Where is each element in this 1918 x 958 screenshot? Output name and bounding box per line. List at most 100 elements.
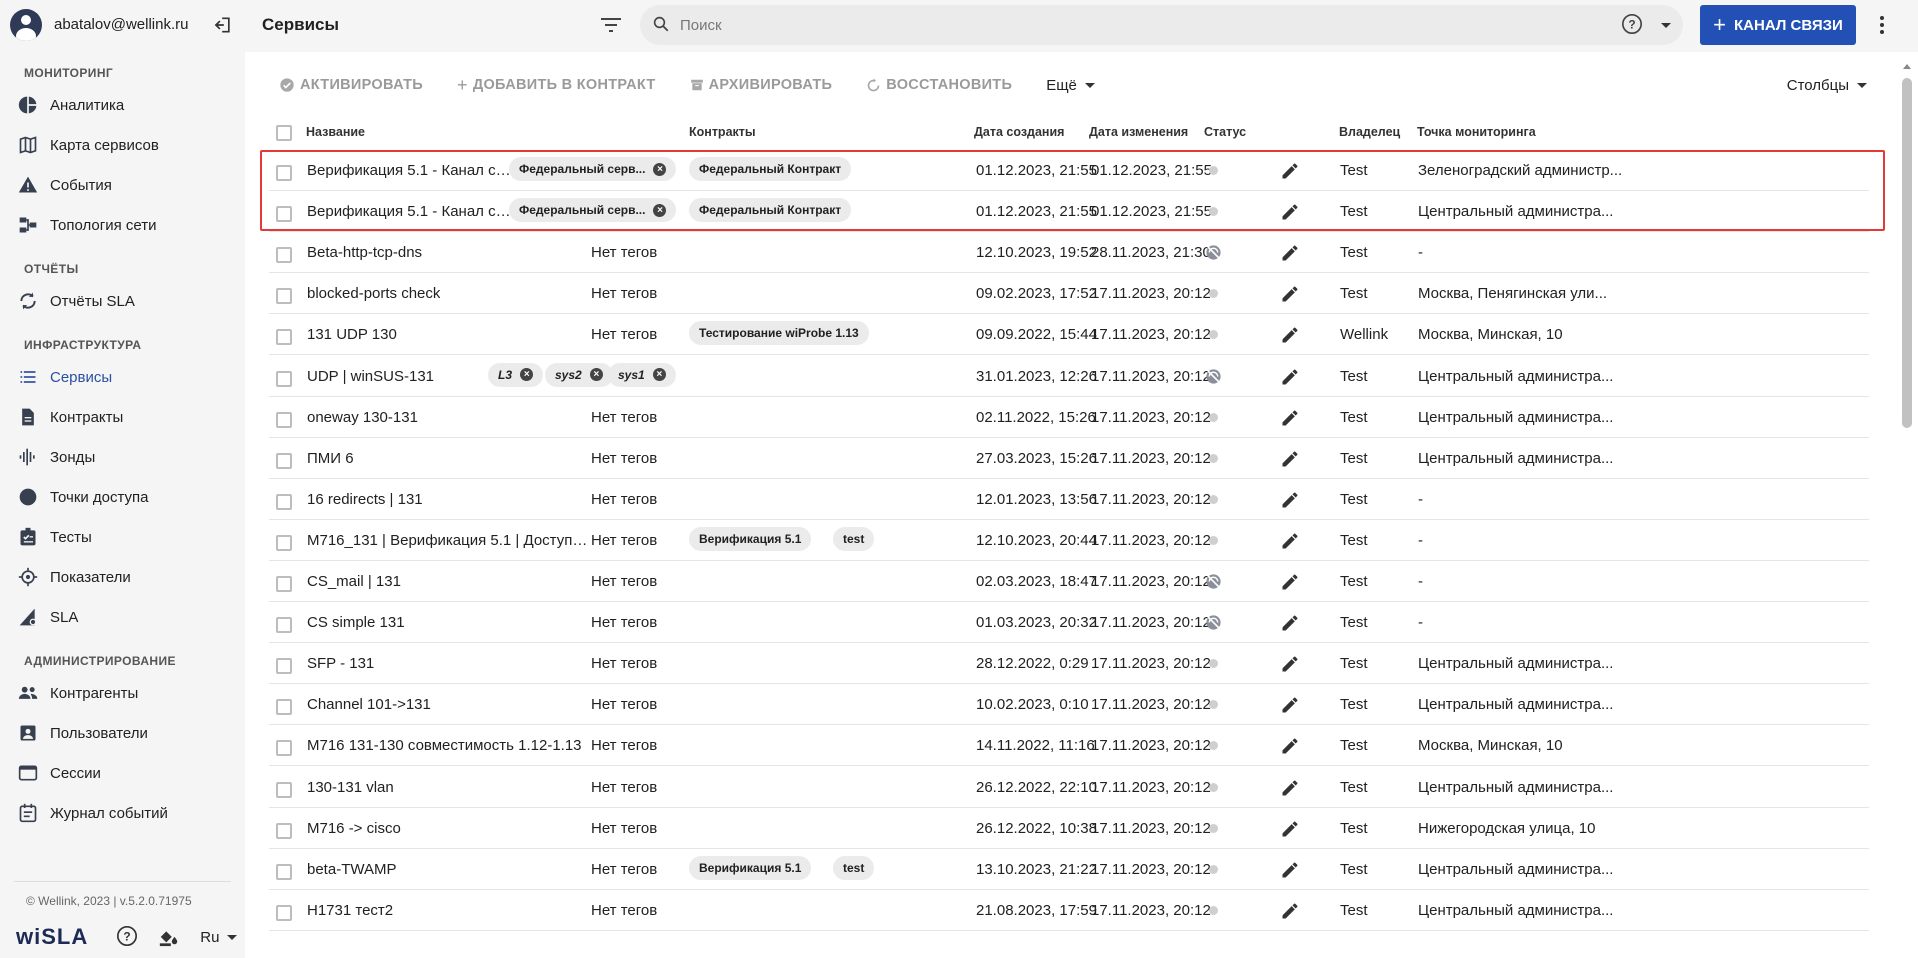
search-input[interactable] (680, 16, 1621, 34)
tag-chip[interactable]: sys2 × (545, 362, 613, 387)
service-name[interactable]: oneway 130-131 (307, 409, 418, 426)
row-checkbox[interactable] (276, 329, 292, 346)
col-status[interactable]: Статус (1204, 125, 1246, 139)
contract-chip[interactable]: test (833, 855, 875, 880)
edit-icon[interactable] (1280, 161, 1300, 181)
scroll-up-icon[interactable] (1903, 64, 1911, 69)
sidebar-item[interactable]: Контрагенты (0, 673, 245, 713)
activate-button[interactable]: АКТИВИРОВАТЬ (279, 77, 423, 93)
sidebar-item[interactable]: Контракты (0, 397, 245, 437)
sidebar-item[interactable]: Показатели (0, 557, 245, 597)
contract-chip[interactable]: Федеральный Контракт (689, 157, 852, 181)
search-help-icon[interactable]: ? (1621, 13, 1643, 38)
edit-icon[interactable] (1280, 243, 1300, 263)
service-name[interactable]: H1731 тест2 (307, 902, 393, 919)
sidebar-item[interactable]: Тесты (0, 517, 245, 557)
edit-icon[interactable] (1280, 613, 1300, 633)
row-checkbox[interactable] (276, 699, 292, 716)
row-checkbox[interactable] (276, 658, 292, 675)
service-name[interactable]: CS simple 131 (307, 614, 405, 631)
sidebar-item[interactable]: Точки доступа (0, 477, 245, 517)
col-modified[interactable]: Дата изменения (1089, 125, 1188, 139)
col-owner[interactable]: Владелец (1339, 125, 1400, 139)
sidebar-item[interactable]: SLA (0, 597, 245, 637)
table-row[interactable]: SFP - 131 Нет тегов 28.12.2022, 0:29 17.11.… (269, 643, 1869, 685)
row-checkbox[interactable] (276, 740, 292, 757)
service-name[interactable]: 16 redirects | 131 (307, 491, 423, 508)
table-row[interactable]: beta-TWAMP Нет тегов Верификация 5.1 test 13… (269, 849, 1869, 890)
table-row[interactable]: UDP | winSUS-131 L3 × sys2 × sys1 × 31.01.2023,… (269, 356, 1869, 397)
service-name[interactable]: 130-131 vlan (307, 779, 394, 796)
row-checkbox[interactable] (276, 247, 292, 264)
service-name[interactable]: 131 UDP 130 (307, 326, 397, 343)
edit-icon[interactable] (1280, 695, 1300, 715)
edit-icon[interactable] (1280, 284, 1300, 304)
logout-icon[interactable] (211, 13, 235, 37)
service-name[interactable]: Channel 101->131 (307, 696, 431, 713)
edit-icon[interactable] (1280, 819, 1300, 839)
contract-chip[interactable]: Верификация 5.1 (689, 855, 812, 880)
edit-icon[interactable] (1280, 736, 1300, 756)
service-name[interactable]: UDP | winSUS-131 (307, 368, 434, 385)
more-vert-icon[interactable] (1872, 16, 1892, 34)
restore-button[interactable]: ВОССТАНОВИТЬ (866, 77, 1012, 93)
close-icon[interactable]: × (589, 368, 603, 381)
search-options-chevron-icon[interactable] (1661, 22, 1671, 28)
service-name[interactable]: ПМИ 6 (307, 450, 354, 467)
row-checkbox[interactable] (276, 288, 292, 305)
table-row[interactable]: M716_131 | Верификация 5.1 | Доступность… (269, 520, 1869, 561)
edit-icon[interactable] (1280, 202, 1300, 222)
edit-icon[interactable] (1280, 449, 1300, 469)
row-checkbox[interactable] (276, 206, 292, 223)
table-row[interactable]: Channel 101->131 Нет тегов 10.02.2023, 0:1… (269, 684, 1869, 726)
table-row[interactable]: oneway 130-131 Нет тегов 02.11.2022, 15:26… (269, 397, 1869, 438)
sidebar-item[interactable]: События (0, 165, 245, 205)
table-row[interactable]: Верификация 5.1 - Канал связи - 19...Фед… (269, 150, 1869, 191)
service-name[interactable]: blocked-ports check (307, 285, 440, 302)
edit-icon[interactable] (1280, 408, 1300, 428)
service-name[interactable]: M716_131 | Верификация 5.1 | Доступность… (307, 532, 591, 549)
add-to-contract-button[interactable]: + ДОБАВИТЬ В КОНТРАКТ (457, 75, 656, 96)
row-checkbox[interactable] (276, 493, 292, 510)
close-icon[interactable]: × (520, 368, 534, 381)
table-row[interactable]: 131 UDP 130 Нет тегов Тестирование wiProbe… (269, 314, 1869, 356)
edit-icon[interactable] (1280, 860, 1300, 880)
scroll-thumb[interactable] (1902, 78, 1912, 428)
sidebar-item[interactable]: Аналитика (0, 85, 245, 125)
edit-icon[interactable] (1280, 367, 1300, 387)
service-name[interactable]: CS_mail | 131 (307, 573, 401, 590)
contract-chip[interactable]: test (833, 526, 875, 551)
service-name[interactable]: M716 -> cisco (307, 820, 401, 837)
table-row[interactable]: H1731 тест2 Нет тегов 21.08.2023, 17:59 17.… (269, 890, 1869, 931)
contract-chip[interactable]: Тестирование wiProbe 1.13 (689, 321, 869, 346)
table-row[interactable]: Beta-http-tcp-dns Нет тегов 12.10.2023, 19… (269, 232, 1869, 274)
contract-chip[interactable]: Федеральный Контракт (689, 198, 852, 223)
tag-chip[interactable]: Федеральный серв... × (509, 157, 677, 181)
sidebar-item[interactable]: Отчёты SLA (0, 281, 245, 321)
sidebar-item[interactable]: Сервисы (0, 357, 245, 397)
close-icon[interactable]: × (653, 162, 667, 176)
sidebar-item[interactable]: Сессии (0, 753, 245, 793)
more-dropdown[interactable]: Ещё (1046, 77, 1095, 94)
tag-chip[interactable]: Федеральный серв... × (509, 198, 677, 223)
avatar[interactable] (10, 8, 42, 41)
service-name[interactable]: Верификация 5.1 - Канал связи - 19... (307, 162, 517, 179)
tag-chip[interactable]: sys1 × (608, 362, 676, 387)
table-row[interactable]: CS simple 131 Нет тегов 01.03.2023, 20:32 1… (269, 602, 1869, 644)
table-row[interactable]: 16 redirects | 131 Нет тегов 12.01.2023, 1… (269, 479, 1869, 520)
close-icon[interactable]: × (653, 203, 667, 217)
table-row[interactable]: ПМИ 6 Нет тегов 27.03.2023, 15:26 17.11.202… (269, 438, 1869, 479)
row-checkbox[interactable] (276, 904, 292, 921)
row-checkbox[interactable] (276, 370, 292, 387)
table-row[interactable]: 130-131 vlan Нет тегов 26.12.2022, 22:10 17… (269, 767, 1869, 808)
row-checkbox[interactable] (276, 822, 292, 839)
row-checkbox[interactable] (276, 781, 292, 798)
table-row[interactable]: M716 -> cisco Нет тегов 26.12.2022, 10:38 1… (269, 808, 1869, 849)
col-name[interactable]: Название (306, 125, 365, 139)
archive-button[interactable]: АРХИВИРОВАТЬ (690, 77, 833, 93)
scrollbar[interactable] (1902, 64, 1912, 944)
service-name[interactable]: SFP - 131 (307, 655, 374, 672)
edit-icon[interactable] (1280, 778, 1300, 798)
col-created[interactable]: Дата создания (974, 125, 1064, 139)
sidebar-item[interactable]: Журнал событий (0, 793, 245, 833)
